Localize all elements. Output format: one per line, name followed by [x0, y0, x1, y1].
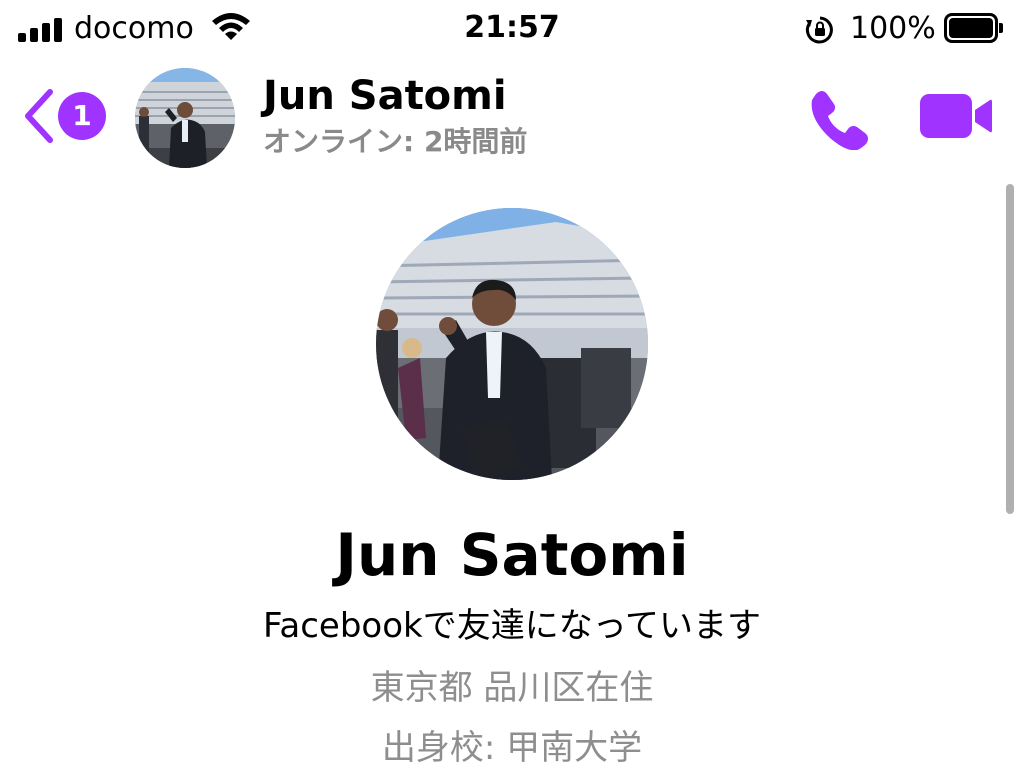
rotation-lock-icon	[804, 14, 836, 50]
header-avatar[interactable]	[135, 68, 235, 168]
profile-location: 東京都 品川区在住	[370, 668, 654, 708]
chat-header: 1 Jun Satomi オンライン: 2時間前	[0, 58, 1024, 178]
unread-badge: 1	[58, 92, 106, 140]
video-camera-icon	[920, 94, 992, 138]
battery-percent: 100%	[850, 11, 936, 46]
header-online-status: オンライン: 2時間前	[263, 125, 528, 158]
voice-call-button[interactable]	[806, 86, 870, 151]
battery-icon	[944, 13, 1003, 43]
scrollbar[interactable]	[1006, 184, 1014, 514]
profile-school: 出身校: 甲南大学	[381, 728, 643, 768]
profile-avatar[interactable]	[376, 208, 648, 480]
avatar-photo-icon	[135, 68, 235, 168]
phone-icon	[811, 91, 868, 151]
header-contact-name[interactable]: Jun Satomi	[263, 72, 507, 120]
profile-name: Jun Satomi	[335, 521, 689, 589]
back-button[interactable]: 1	[22, 86, 112, 146]
friend-status: Facebookで友達になっています	[262, 606, 762, 646]
profile-photo-icon	[376, 208, 648, 480]
back-chevron-icon	[25, 89, 53, 143]
status-bar: docomo 21:57 100%	[0, 0, 1024, 58]
video-call-button[interactable]	[918, 88, 994, 144]
